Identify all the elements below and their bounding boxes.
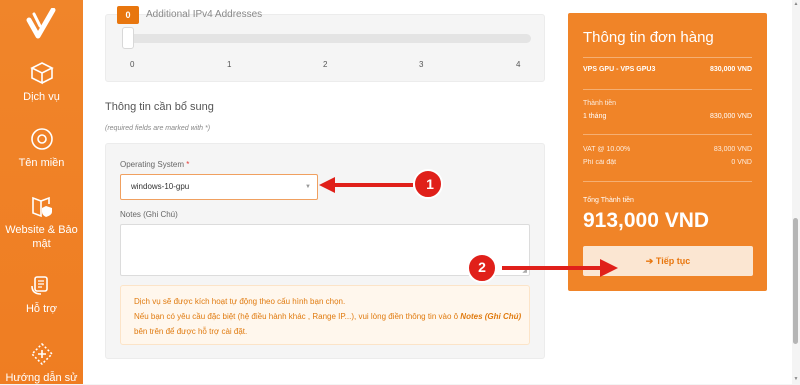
period-row: 1 tháng 830,000 VND	[583, 113, 752, 120]
subtotal-label: Thành tiền	[583, 100, 617, 107]
setup-row: Phí cài đặt 0 VND	[583, 159, 752, 166]
vat-value: 83,000 VND	[713, 146, 752, 153]
vat-row: VAT @ 10.00% 83,000 VND	[583, 146, 752, 153]
guide-icon	[30, 342, 53, 366]
box-icon	[29, 62, 54, 85]
divider	[583, 134, 752, 135]
order-summary: Thông tin đơn hàng VPS GPU - VPS GPU3 83…	[568, 13, 767, 291]
scrollbar-thumb[interactable]	[793, 218, 798, 344]
setup-label: Phí cài đặt	[583, 159, 617, 166]
annotation-number-1: 1	[426, 176, 434, 192]
annotation-number-2: 2	[478, 259, 486, 275]
required-note: (required fields are marked with *)	[105, 125, 211, 132]
order-title: Thông tin đơn hàng	[583, 29, 714, 46]
continue-label: Tiếp tục	[655, 256, 691, 266]
divider	[583, 181, 752, 182]
setup-value: 0 VND	[731, 159, 752, 166]
vat-label: VAT @ 10.00%	[583, 146, 631, 153]
notice-line-1: Dịch vụ sẽ được kích hoạt tự động theo c…	[134, 297, 346, 306]
slider-tick: 2	[323, 60, 328, 69]
slider-value-bubble: 0	[117, 6, 139, 24]
sidebar-item-label: Hỗ trợ	[25, 303, 58, 315]
total-value: 913,000 VND	[583, 209, 710, 232]
subtotal-label-row: Thành tiền	[583, 100, 752, 107]
period: 1 tháng	[583, 113, 607, 120]
os-label-text: Operating System	[120, 160, 185, 169]
slider-tick: 0	[130, 60, 135, 69]
product-price: 830,000 VND	[709, 66, 752, 73]
sidebar: Dịch vụ Tên miền Website & Bảo mật Hỗ tr…	[0, 0, 83, 384]
period-price: 830,000 VND	[709, 113, 752, 120]
product-name: VPS GPU - VPS GPU3	[583, 66, 656, 73]
slider-handle[interactable]	[122, 27, 134, 49]
slider-tick: 3	[419, 60, 424, 69]
logo-icon[interactable]	[26, 8, 56, 40]
sidebar-item-domains[interactable]: Tên miền	[0, 126, 83, 170]
slider-label: Additional IPv4 Addresses	[146, 9, 263, 20]
sidebar-item-label: Tên miền	[18, 157, 65, 169]
required-mark: *	[186, 160, 190, 169]
globe-icon	[30, 128, 53, 150]
sidebar-item-website-security[interactable]: Website & Bảo mật	[0, 193, 83, 251]
divider	[583, 57, 752, 58]
os-select-value: windows-10-gpu	[131, 182, 190, 191]
slider-track[interactable]	[128, 34, 531, 43]
notice-text: Nếu bạn có yêu cầu đặc biệt (hệ điều hàn…	[134, 312, 461, 321]
os-select[interactable]: windows-10-gpu ▼	[120, 174, 318, 200]
sidebar-item-support[interactable]: Hỗ trợ	[0, 272, 83, 316]
sidebar-item-label: Dịch vụ	[23, 91, 60, 103]
book-shield-icon	[31, 196, 52, 218]
product-row: VPS GPU - VPS GPU3 830,000 VND	[583, 66, 752, 73]
chevron-down-icon: ▼	[305, 184, 311, 190]
sidebar-item-label: Hướng dẫn sử	[5, 372, 78, 384]
notice-line-2: Nếu bạn có yêu cầu đặc biệt (hệ điều hàn…	[134, 309, 529, 339]
ipv4-slider-panel: Additional IPv4 Addresses 0 0 1 2 3 4	[105, 6, 545, 82]
notice-bold: Notes (Ghi Chú)	[460, 312, 522, 321]
divider	[583, 89, 752, 90]
sidebar-item-label: Website & Bảo mật	[5, 224, 78, 250]
support-icon	[30, 276, 48, 295]
arrow-right-icon: ➔	[645, 256, 654, 266]
os-label: Operating System *	[120, 160, 189, 169]
info-notice: Dịch vụ sẽ được kích hoạt tự động theo c…	[120, 285, 530, 345]
section-title: Thông tin cần bổ sung	[105, 101, 214, 113]
total-label: Tổng Thành tiền	[583, 197, 634, 204]
sidebar-item-guide[interactable]: Hướng dẫn sử	[0, 341, 83, 385]
sidebar-item-services[interactable]: Dịch vụ	[0, 60, 83, 104]
slider-tick: 4	[516, 60, 521, 69]
scroll-down-icon[interactable]: ▼	[792, 376, 800, 382]
notice-text: bên trên để được hỗ trợ cài đặt.	[134, 327, 248, 336]
slider-tick: 1	[227, 60, 232, 69]
scroll-up-icon[interactable]: ▲	[792, 1, 800, 7]
notes-label: Notes (Ghi Chú)	[120, 210, 178, 219]
